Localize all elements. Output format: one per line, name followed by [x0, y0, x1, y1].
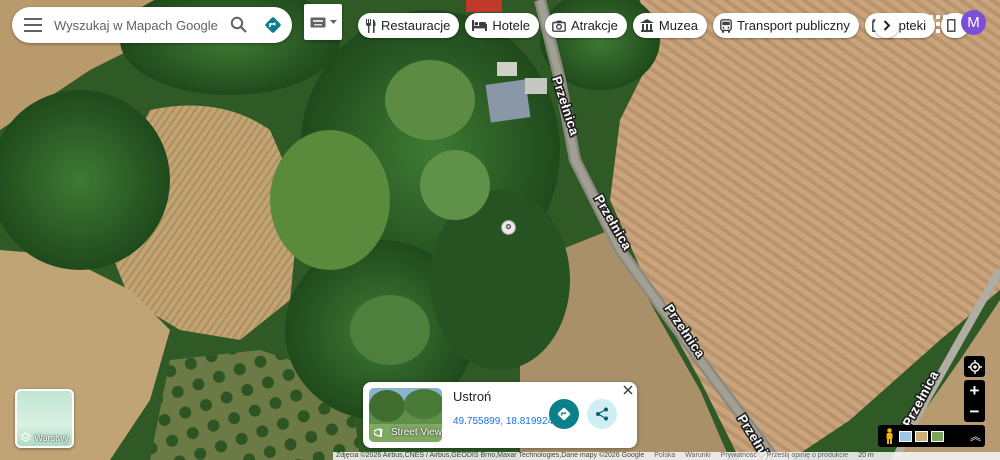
terms-link[interactable]: Warunki	[685, 452, 710, 460]
share-icon	[596, 407, 608, 421]
keyboard-icon	[310, 17, 325, 27]
directions-button[interactable]	[549, 399, 579, 429]
input-tools-button[interactable]	[304, 4, 342, 40]
chip-hotels[interactable]: Hotele	[465, 13, 539, 38]
attribution-text: Zdjęcia ©2026 Airbus,CNES / Airbus,GEODI…	[336, 452, 645, 459]
zoom-in-label: +	[969, 380, 980, 400]
street-view-control-bar: ︽	[878, 425, 985, 447]
chevron-down-icon	[329, 19, 337, 24]
layers-label-row: Warstwy	[17, 432, 72, 443]
layers-label: Warstwy	[34, 432, 69, 443]
bed-icon	[472, 20, 488, 31]
layers-icon	[20, 432, 32, 442]
chip-attractions[interactable]: Atrakcje	[544, 13, 627, 38]
imagery-thumb-1[interactable]	[899, 430, 912, 442]
chip-label: Hotele	[492, 18, 530, 33]
imagery-thumb-2[interactable]	[915, 430, 928, 442]
pegman-icon[interactable]	[882, 427, 896, 445]
scale-label[interactable]: 20 m	[858, 452, 874, 460]
gas-station-icon	[947, 19, 956, 32]
my-location-icon	[967, 359, 982, 374]
street-view-label: Street View	[391, 427, 442, 438]
chevron-right-icon	[883, 20, 890, 31]
search-icon[interactable]	[222, 7, 256, 43]
place-coordinates[interactable]: 49.755899, 18.819924	[453, 416, 553, 427]
zoom-out-button[interactable]: −	[964, 401, 985, 422]
search-box	[12, 7, 292, 43]
expand-icon[interactable]: ︽	[970, 428, 981, 444]
chip-restaurants[interactable]: Restauracje	[358, 13, 460, 38]
map-footer: Zdjęcia ©2026 Airbus,CNES / Airbus,GEODI…	[333, 452, 1000, 460]
privacy-link[interactable]: Prywatność	[721, 452, 757, 460]
apps-grid-icon[interactable]	[928, 14, 948, 34]
chip-public-transport[interactable]: Transport publiczny	[712, 13, 859, 38]
chip-label: Restauracje	[381, 18, 451, 33]
region-link[interactable]: Polska	[654, 452, 675, 460]
chip-label: Transport publiczny	[736, 18, 850, 33]
zoom-in-button[interactable]: +	[964, 380, 985, 401]
directions-icon[interactable]	[256, 7, 290, 43]
dropped-pin-icon[interactable]	[501, 220, 516, 235]
chip-museums[interactable]: Muzea	[632, 13, 707, 38]
close-icon[interactable]	[621, 383, 635, 397]
zoom-out-label: −	[969, 401, 980, 421]
place-card: Street View Ustroń 49.755899, 18.819924	[363, 382, 637, 448]
share-button[interactable]	[587, 399, 617, 429]
feedback-link[interactable]: Prześlij opinię o produkcie	[767, 452, 848, 460]
avatar-initial: M	[967, 14, 980, 31]
chip-label: Muzea	[658, 18, 698, 33]
imagery-thumb-3[interactable]	[931, 430, 944, 442]
street-view-icon	[374, 428, 383, 437]
street-view-thumbnail[interactable]: Street View	[369, 388, 442, 442]
my-location-button[interactable]	[964, 356, 985, 377]
directions-icon	[557, 407, 571, 421]
bus-icon	[720, 18, 732, 33]
menu-icon[interactable]	[12, 7, 54, 43]
camera-icon	[552, 20, 566, 32]
fork-knife-icon	[366, 18, 376, 33]
chip-label: Atrakcje	[570, 18, 618, 33]
street-view-row: Street View	[374, 427, 442, 438]
chips-scroll-right-button[interactable]	[874, 13, 899, 38]
place-title: Ustroń	[453, 389, 492, 404]
layers-button[interactable]: Warstwy	[15, 389, 74, 448]
search-input[interactable]	[54, 17, 222, 33]
avatar[interactable]: M	[961, 10, 986, 35]
museum-icon	[639, 19, 654, 32]
